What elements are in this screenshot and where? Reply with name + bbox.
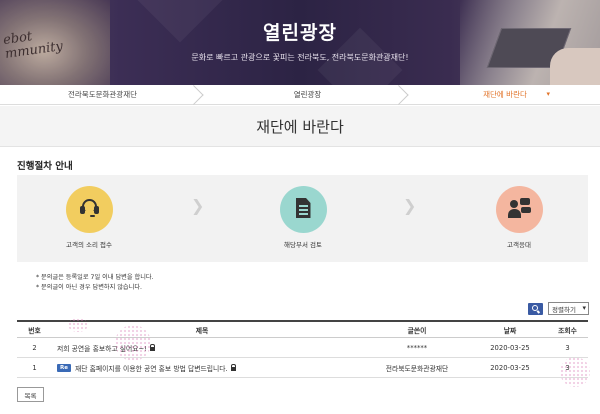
column-header-date: 날짜 [503, 326, 517, 335]
row-views: 3 [565, 343, 570, 352]
hero-subtitle: 문화로 빠르고 관광으로 꽃피는 전라북도, 전라북도문화관광재단! [191, 53, 409, 62]
customer-service-icon [507, 198, 532, 220]
sort-select-value: 정렬하기 [552, 305, 576, 314]
decorative-dots [68, 318, 88, 332]
step-circle [495, 186, 543, 233]
notice-list: * 문의글은 등록일로 7일 이내 답변을 합니다. * 문의글이 아닌 경우 … [36, 273, 154, 293]
process-step-review: 해당부서 검토 [248, 186, 358, 249]
step-label: 고객응대 [507, 241, 531, 249]
row-title-cell[interactable]: 저희 공연을 홍보하고 싶어요~! [57, 338, 387, 357]
decorative-dots [560, 357, 590, 387]
breadcrumb-label: 재단에 바란다 [483, 90, 527, 99]
notice-item: * 문의글이 아닌 경우 답변하지 않습니다. [36, 284, 142, 291]
step-circle [279, 186, 327, 233]
table-header: 번호 제목 글쓴이 날짜 조회수 [17, 320, 588, 338]
breadcrumb-item-open-square[interactable]: 열린광장 [205, 84, 410, 105]
sort-select[interactable]: 정렬하기 ▾ [548, 302, 589, 315]
decorative-dots [115, 325, 151, 361]
step-circle [65, 186, 113, 233]
process-step-response: 고객응대 [464, 186, 574, 249]
page-title-band: 재단에 바란다 [0, 106, 600, 147]
chevron-right-icon: ❯ [403, 196, 417, 215]
chevron-right-icon: ❯ [191, 196, 205, 215]
chevron-down-icon[interactable]: ▾ [546, 90, 550, 98]
document-icon [295, 198, 311, 218]
row-writer: 전라북도문화관광재단 [385, 364, 449, 373]
chevron-down-icon: ▾ [582, 304, 586, 312]
lock-icon [149, 343, 156, 351]
breadcrumb-separator [183, 84, 204, 105]
step-label: 해당부서 검토 [284, 241, 322, 249]
process-steps: 고객의 소리 접수 ❯ 해당부서 검토 ❯ 고객응대 [17, 175, 588, 262]
column-header-views: 조회수 [558, 326, 577, 335]
table-row[interactable]: 2 저희 공연을 홍보하고 싶어요~! ****** 2020-03-25 3 [17, 338, 588, 358]
hero-banner: ebot mmunity 열린광장 문화로 빠르고 관광으로 꽃피는 전라북도,… [0, 0, 600, 85]
breadcrumb-label: 전라북도문화관광재단 [68, 90, 137, 99]
post-title-link[interactable]: 재단 홈페이지를 이용한 공연 홍보 방법 답변드립니다. [75, 363, 228, 373]
headset-icon [79, 199, 99, 217]
breadcrumb: 전라북도문화관광재단 열린광장 재단에 바란다 ▾ [0, 84, 600, 105]
row-date: 2020-03-25 [490, 343, 530, 352]
notice-item: * 문의글은 등록일로 7일 이내 답변을 합니다. [36, 274, 154, 281]
list-button[interactable]: 목록 [17, 387, 44, 402]
row-writer: ****** [406, 343, 428, 352]
row-number: 2 [32, 343, 37, 352]
breadcrumb-item-home[interactable]: 전라북도문화관광재단 [0, 84, 205, 105]
breadcrumb-label: 열린광장 [293, 90, 322, 99]
column-header-no: 번호 [28, 326, 41, 335]
row-title-cell[interactable]: Re 재단 홈페이지를 이용한 공연 홍보 방법 답변드립니다. [57, 358, 387, 377]
row-date: 2020-03-25 [490, 363, 530, 372]
hero-title: 열린광장 [263, 22, 337, 44]
lock-icon [230, 363, 237, 371]
breadcrumb-separator [388, 84, 409, 105]
step-label: 고객의 소리 접수 [66, 241, 112, 249]
table-row[interactable]: 1 Re 재단 홈페이지를 이용한 공연 홍보 방법 답변드립니다. 전라북도문… [17, 358, 588, 378]
board-table: 번호 제목 글쓴이 날짜 조회수 2 저희 공연을 홍보하고 싶어요~! ***… [17, 320, 588, 378]
search-button[interactable] [528, 303, 543, 315]
reply-badge: Re [57, 363, 71, 372]
column-header-writer: 글쓴이 [407, 326, 427, 335]
process-step-receive: 고객의 소리 접수 [34, 186, 144, 249]
page-title: 재단에 바란다 [256, 117, 344, 136]
row-number: 1 [32, 363, 37, 372]
breadcrumb-item-current[interactable]: 재단에 바란다 ▾ [410, 85, 600, 105]
process-heading: 진행절차 안내 [17, 161, 73, 172]
